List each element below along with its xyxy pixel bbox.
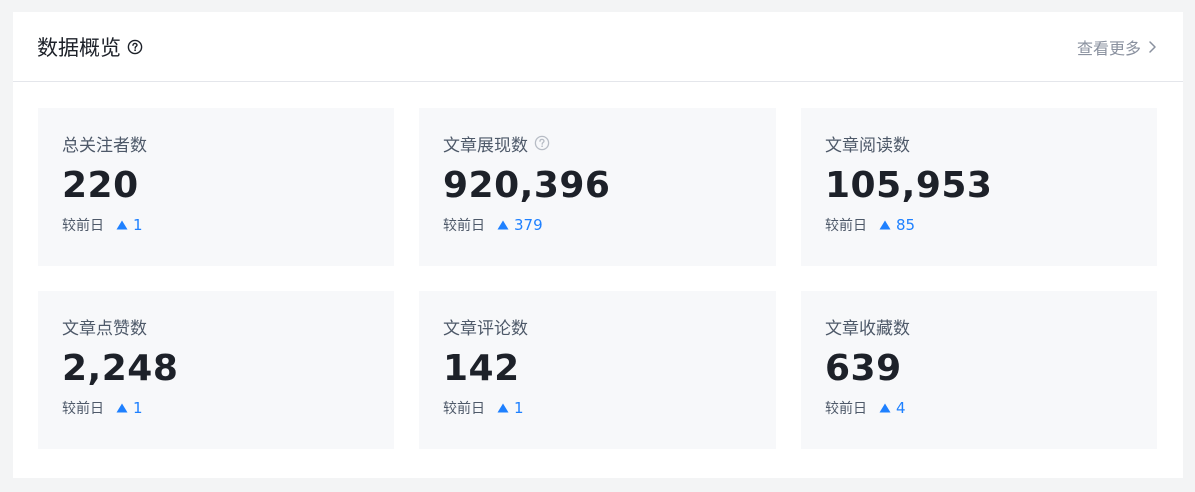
- panel-header: 数据概览 查看更多: [13, 12, 1183, 82]
- stat-delta: 较前日 379: [443, 214, 752, 236]
- arrow-up-icon: [497, 220, 509, 230]
- stat-delta: 较前日 4: [825, 397, 1133, 419]
- page-title: 数据概览: [37, 35, 121, 60]
- help-icon[interactable]: [127, 39, 143, 55]
- stat-label: 文章展现数: [443, 135, 528, 156]
- stat-card-reads: 文章阅读数 105,953 较前日 85: [801, 108, 1157, 266]
- arrow-up-icon: [879, 220, 891, 230]
- stat-delta: 较前日 1: [62, 214, 370, 236]
- delta-value: 1: [133, 216, 143, 234]
- stat-delta: 较前日 1: [62, 397, 370, 419]
- stat-label: 文章收藏数: [825, 318, 910, 339]
- title-wrap: 数据概览: [37, 32, 143, 62]
- stat-label: 文章点赞数: [62, 318, 147, 339]
- stat-delta: 较前日 85: [825, 214, 1133, 236]
- delta-label: 较前日: [443, 401, 485, 417]
- delta-value: 1: [514, 399, 524, 417]
- stat-label: 文章阅读数: [825, 135, 910, 156]
- delta-label: 较前日: [825, 401, 867, 417]
- help-icon[interactable]: [534, 135, 550, 151]
- stat-value: 2,248: [62, 348, 179, 389]
- arrow-up-icon: [116, 220, 128, 230]
- stat-value: 220: [62, 165, 139, 206]
- delta-value: 85: [896, 216, 916, 234]
- arrow-up-icon: [879, 403, 891, 413]
- stat-card-likes: 文章点赞数 2,248 较前日 1: [38, 291, 394, 449]
- stat-delta: 较前日 1: [443, 397, 752, 419]
- stat-value: 142: [443, 348, 520, 389]
- data-overview-panel: 数据概览 查看更多 总关注者数 220 较前日 1 文章展现数 920,396 …: [13, 12, 1183, 478]
- chevron-right-icon: [1147, 40, 1157, 54]
- stat-value: 639: [825, 348, 902, 389]
- arrow-up-icon: [116, 403, 128, 413]
- view-more-label: 查看更多: [1076, 38, 1141, 58]
- view-more-link[interactable]: 查看更多: [1077, 35, 1157, 59]
- stat-card-favorites: 文章收藏数 639 较前日 4: [801, 291, 1157, 449]
- stat-value: 105,953: [825, 165, 993, 206]
- stat-label: 总关注者数: [62, 135, 147, 156]
- delta-value: 1: [133, 399, 143, 417]
- stat-label: 文章评论数: [443, 318, 528, 339]
- delta-label: 较前日: [62, 218, 104, 234]
- delta-value: 379: [514, 216, 543, 234]
- stat-card-comments: 文章评论数 142 较前日 1: [419, 291, 776, 449]
- stat-card-followers: 总关注者数 220 较前日 1: [38, 108, 394, 266]
- stat-card-impressions: 文章展现数 920,396 较前日 379: [419, 108, 776, 266]
- arrow-up-icon: [497, 403, 509, 413]
- delta-label: 较前日: [62, 401, 104, 417]
- stat-value: 920,396: [443, 165, 611, 206]
- stats-grid: 总关注者数 220 较前日 1 文章展现数 920,396 较前日 379 文章…: [38, 108, 1157, 449]
- delta-label: 较前日: [443, 218, 485, 234]
- delta-value: 4: [896, 399, 906, 417]
- delta-label: 较前日: [825, 218, 867, 234]
